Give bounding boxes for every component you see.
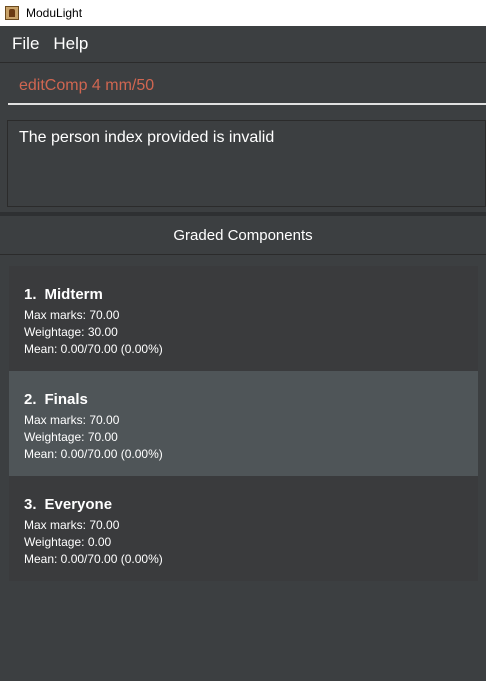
component-mean: Mean: 0.00/70.00 (0.00%) xyxy=(24,552,163,566)
command-box xyxy=(0,63,486,109)
component-index: 2. xyxy=(24,391,37,408)
menu-help[interactable]: Help xyxy=(51,34,100,54)
result-display: The person index provided is invalid xyxy=(7,120,486,207)
window-title: ModuLight xyxy=(26,6,83,20)
component-max-marks: Max marks: 70.00 xyxy=(24,413,120,427)
component-weightage: Weightage: 70.00 xyxy=(24,430,118,444)
component-title: 3. Everyone xyxy=(24,496,478,513)
component-card-finals[interactable]: 2. Finals Max marks: 70.00 Weightage: 70… xyxy=(9,371,478,476)
component-index: 3. xyxy=(24,496,37,513)
menu-file[interactable]: File xyxy=(0,34,51,54)
menu-bar: File Help xyxy=(0,26,486,63)
component-name: Everyone xyxy=(44,496,113,513)
component-card-midterm[interactable]: 1. Midterm Max marks: 70.00 Weightage: 3… xyxy=(9,266,478,371)
component-max-marks: Max marks: 70.00 xyxy=(24,518,120,532)
component-mean: Mean: 0.00/70.00 (0.00%) xyxy=(24,447,163,461)
component-title: 2. Finals xyxy=(24,391,478,408)
command-input[interactable] xyxy=(8,69,486,105)
component-index: 1. xyxy=(24,286,37,303)
panel-title: Graded Components xyxy=(0,216,486,255)
component-title: 1. Midterm xyxy=(24,286,478,303)
component-name: Midterm xyxy=(44,286,103,303)
app-window: ModuLight File Help The person index pro… xyxy=(0,0,486,681)
component-list[interactable]: 1. Midterm Max marks: 70.00 Weightage: 3… xyxy=(9,266,478,581)
component-weightage: Weightage: 0.00 xyxy=(24,535,112,549)
component-max-marks: Max marks: 70.00 xyxy=(24,308,120,322)
component-card-everyone[interactable]: 3. Everyone Max marks: 70.00 Weightage: … xyxy=(9,476,478,581)
component-mean: Mean: 0.00/70.00 (0.00%) xyxy=(24,342,163,356)
component-weightage: Weightage: 30.00 xyxy=(24,325,118,339)
app-logo-icon xyxy=(5,6,19,20)
result-display-area: The person index provided is invalid xyxy=(0,112,486,212)
component-name: Finals xyxy=(44,391,88,408)
title-bar: ModuLight xyxy=(0,0,486,26)
